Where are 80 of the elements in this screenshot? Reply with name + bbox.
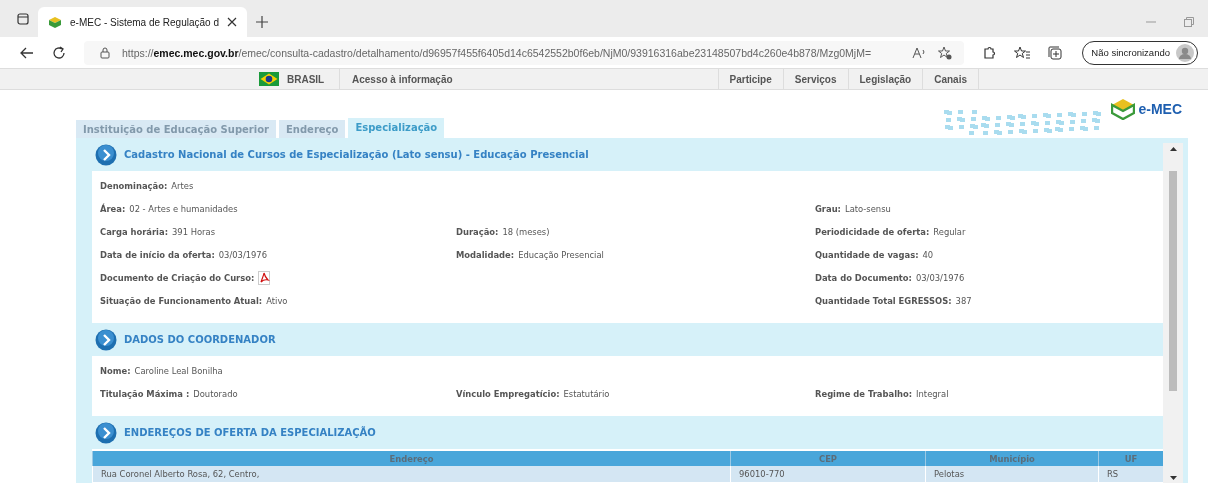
field-value: Caroline Leal Bonilha [134, 365, 223, 376]
restore-icon [1184, 16, 1194, 27]
e-mec-logo[interactable]: e-MEC [1111, 98, 1182, 120]
column-header: Município [925, 451, 1099, 466]
field-label: Situação de Funcionamento Atual: [100, 295, 263, 306]
read-aloud-icon [912, 46, 926, 59]
column-header: Endereço [92, 451, 731, 466]
field-label: Quantidade de vagas: [815, 249, 919, 260]
field-value: 40 [922, 249, 934, 260]
nav-link[interactable]: Serviços [782, 69, 848, 89]
field-label: Documento de Criação do Curso: [100, 272, 255, 283]
field-label: Vínculo Empregatício: [456, 388, 560, 399]
url-text: https://emec.mec.gov.br/emec/consulta-cadastro/detalhamento/d96957f455f6405d14c6542552b0f6eb/NjM0/93916316abe23148507bd4c260e4b878/Mzg0MjM= [122, 46, 872, 59]
scroll-up-icon [1169, 147, 1177, 151]
tab-title: e-MEC - Sistema de Regulação d [70, 16, 219, 28]
field-value: Artes [171, 180, 194, 191]
field-value: Doutorado [193, 388, 238, 399]
field-value: Lato-sensu [844, 203, 891, 214]
field-value: 03/03/1976 [915, 272, 965, 283]
field-label: Quantidade Total EGRESSOS: [815, 295, 952, 306]
address-field[interactable]: https://emec.mec.gov.br/emec/consulta-cadastro/detalhamento/d96957f455f6405d14c6542552b0f6eb/NjM0/93916316abe23148507bd4c260e4b878/Mzg0MjM= [84, 40, 964, 65]
nav-link[interactable]: Acesso à informação [339, 69, 464, 89]
scrollbar-thumb[interactable] [1169, 171, 1177, 391]
field-value: Ativo [266, 295, 288, 306]
table-cell: RS [1098, 466, 1163, 482]
field-label: Data do Documento: [815, 272, 912, 283]
field-label: Periodicidade de oferta: [815, 226, 930, 237]
field-value: 387 [955, 295, 972, 306]
column-header: CEP [730, 451, 926, 466]
book-icon [48, 16, 62, 28]
chevron-icon [95, 421, 117, 444]
lock-icon [100, 46, 110, 59]
table-cell: Pelotas [925, 466, 1099, 482]
favorites-icon [1014, 45, 1030, 60]
table-cell: 96010-770 [730, 466, 926, 482]
collections-icon [1048, 45, 1062, 60]
book-icon [1111, 98, 1136, 120]
field-value: Educação Presencial [518, 249, 604, 260]
chevron-icon [95, 143, 117, 166]
field-value: Regular [933, 226, 966, 237]
field-label: Carga horária: [100, 226, 168, 237]
brand-link[interactable]: BRASIL [287, 73, 325, 85]
section-title: DADOS DO COORDENADOR [124, 334, 276, 345]
field-label: Área: [100, 203, 126, 214]
field-label: Modalidade: [456, 249, 515, 260]
window-icon [17, 13, 29, 25]
field-value: 02 - Artes e humanidades [129, 203, 238, 214]
field-label: Duração: [456, 226, 499, 237]
favorite-add-icon [938, 45, 952, 60]
field-value: 391 Horas [172, 226, 215, 237]
field-value: 03/03/1976 [218, 249, 268, 260]
field-value: 18 (meses) [502, 226, 550, 237]
pdf-icon [258, 270, 271, 285]
scrollbar[interactable] [1163, 143, 1183, 483]
field-label: Regime de Trabalho: [815, 388, 913, 399]
avatar-icon [1176, 43, 1194, 62]
field-value: Estatutário [563, 388, 610, 399]
back-icon [20, 46, 34, 59]
column-header: UF [1098, 451, 1163, 466]
section-title: ENDEREÇOS DE OFERTA DA ESPECIALIZAÇÃO [124, 427, 376, 438]
nav-link[interactable]: Legislação [847, 69, 923, 89]
section-title: Cadastro Nacional de Cursos de Especialização (Lato sensu) - Educação Presencial [124, 149, 589, 160]
close-icon [226, 17, 237, 27]
field-label: Titulação Máxima : [100, 388, 190, 399]
field-value: Integral [916, 388, 949, 399]
browser-tab[interactable]: e-MEC - Sistema de Regulação d [38, 7, 247, 37]
chevron-icon [95, 328, 117, 351]
flag-icon [259, 72, 279, 86]
scroll-down-icon [1169, 476, 1177, 480]
nav-link[interactable]: Participe [717, 69, 783, 89]
nav-link[interactable]: Canais [922, 69, 979, 89]
pdf-document-icon[interactable] [258, 270, 271, 285]
field-label: Denominação: [100, 180, 168, 191]
plus-icon [255, 16, 268, 28]
reload-icon [52, 45, 66, 60]
field-label: Nome: [100, 365, 131, 376]
table-cell: Rua Coronel Alberto Rosa, 62, Centro, [92, 466, 731, 482]
field-label: Data de início da oferta: [100, 249, 215, 260]
extensions-icon [982, 45, 996, 60]
field-label: Grau: [815, 203, 841, 214]
